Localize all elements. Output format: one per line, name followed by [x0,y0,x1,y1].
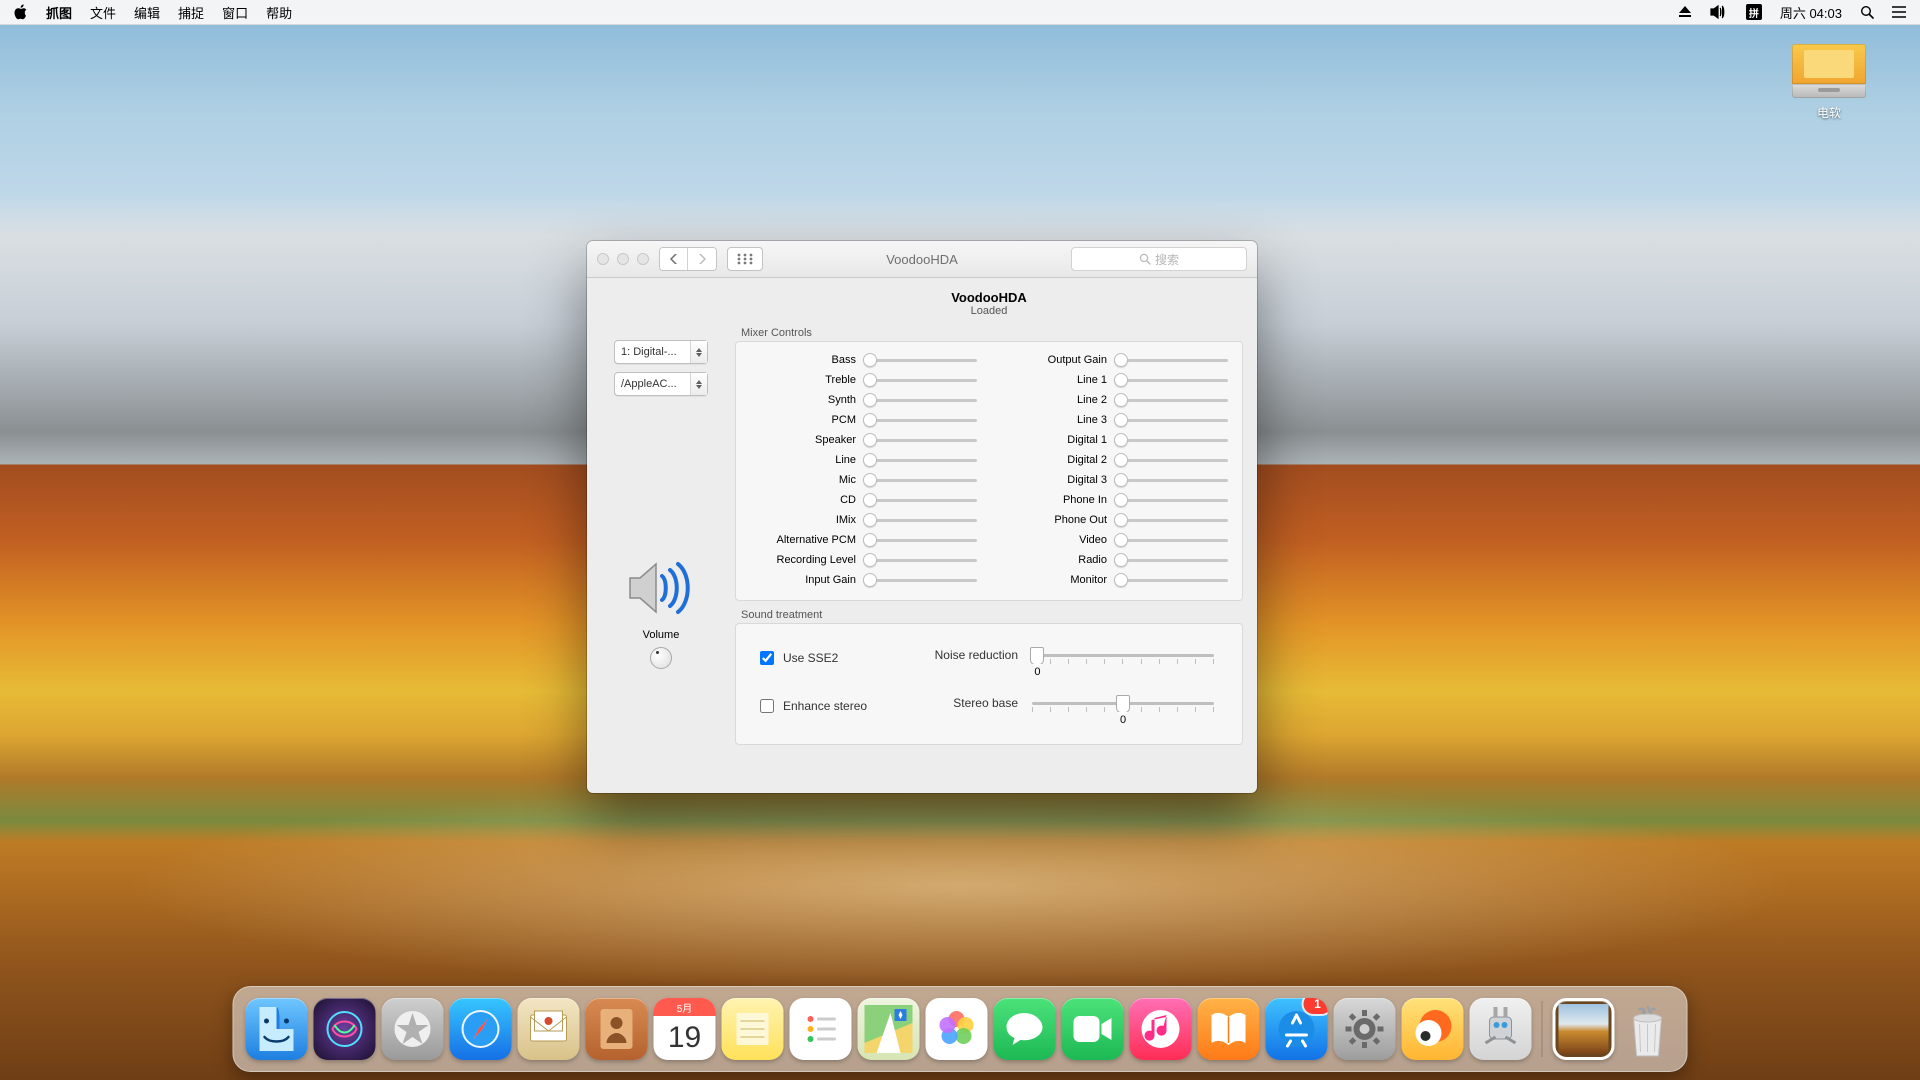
dock-notes[interactable] [722,998,784,1060]
dock-desktop-preview[interactable] [1553,998,1615,1060]
stereo-base-label: Stereo base [904,696,1024,710]
mixer-slider[interactable]: Alternative PCM [750,530,977,550]
enhance-stereo-checkbox[interactable]: Enhance stereo [756,696,896,716]
mixer-slider[interactable]: Mic [750,470,977,490]
clock[interactable]: 周六 04:03 [1780,0,1842,24]
app-menu[interactable]: 抓图 [46,0,72,24]
dock-calendar[interactable]: 5月 19 [654,998,716,1060]
ime-icon[interactable]: 拼 [1746,4,1762,20]
dock-siri[interactable] [314,998,376,1060]
drive-icon [1792,44,1866,84]
dock-trash[interactable] [1621,998,1675,1060]
mixer-slider[interactable]: Recording Level [750,550,977,570]
mixer-slider[interactable]: Radio [1001,550,1228,570]
mixer-slider[interactable]: Video [1001,530,1228,550]
dock-weibo[interactable] [1402,998,1464,1060]
mixer-slider[interactable]: Input Gain [750,570,977,590]
device-selector[interactable]: 1: Digital-... [614,340,708,364]
dock-maps[interactable] [858,998,920,1060]
volume-knob[interactable] [650,647,672,669]
eject-icon[interactable] [1678,0,1692,24]
mixer-slider[interactable]: Digital 1 [1001,430,1228,450]
menu-capture[interactable]: 捕捉 [178,0,204,24]
mixer-slider[interactable]: Line [750,450,977,470]
menu-help[interactable]: 帮助 [266,0,292,24]
mixer-slider[interactable]: PCM [750,410,977,430]
dock-appstore[interactable]: 1 [1266,998,1328,1060]
notifications-icon[interactable] [1892,0,1906,24]
titlebar[interactable]: VoodooHDA 搜索 [587,241,1257,278]
use-sse2-checkbox[interactable]: Use SSE2 [756,648,896,668]
apple-menu[interactable] [14,0,28,24]
dock-finder[interactable] [246,998,308,1060]
noise-reduction-label: Noise reduction [904,648,1024,662]
dock-mail[interactable] [518,998,580,1060]
volume-label: Volume [643,629,680,641]
dock-ibooks[interactable] [1198,998,1260,1060]
mixer-slider[interactable]: Monitor [1001,570,1228,590]
mixer-slider[interactable]: Line 3 [1001,410,1228,430]
dock-itunes[interactable] [1130,998,1192,1060]
mixer-slider[interactable]: Speaker [750,430,977,450]
dock-messages[interactable] [994,998,1056,1060]
dock-system-preferences[interactable] [1334,998,1396,1060]
mixer-group: Bass Output Gain Treble Line 1 Synth Line 2 PC… [735,341,1243,601]
mixer-slider[interactable]: Phone Out [1001,510,1228,530]
dock: 5月 19 1 [233,986,1688,1072]
stereo-base-slider[interactable]: 0 [1032,696,1214,726]
menu-file[interactable]: 文件 [90,0,116,24]
dock-automator[interactable] [1470,998,1532,1060]
dock-contacts[interactable] [586,998,648,1060]
mixer-slider[interactable]: IMix [750,510,977,530]
dock-safari[interactable] [450,998,512,1060]
menu-edit[interactable]: 编辑 [134,0,160,24]
volume-icon[interactable] [1710,0,1728,24]
desktop-drive[interactable]: 电软 [1784,44,1874,121]
mixer-slider[interactable]: Phone In [1001,490,1228,510]
dock-launchpad[interactable] [382,998,444,1060]
drive-label: 电软 [1784,104,1874,121]
mixer-slider[interactable]: Bass [750,350,977,370]
dock-facetime[interactable] [1062,998,1124,1060]
mixer-slider[interactable]: Line 1 [1001,370,1228,390]
pane-title: VoodooHDA [735,290,1243,305]
voodoohda-window: VoodooHDA 搜索 1: Digital-... /AppleAC... … [587,241,1257,793]
dock-reminders[interactable] [790,998,852,1060]
noise-reduction-slider[interactable]: 0 [1032,648,1214,678]
speaker-icon [626,560,696,619]
sound-section-label: Sound treatment [741,609,1243,621]
dock-photos[interactable] [926,998,988,1060]
appstore-badge: 1 [1304,998,1328,1014]
mixer-slider[interactable]: Output Gain [1001,350,1228,370]
path-selector[interactable]: /AppleAC... [614,372,708,396]
spotlight-icon[interactable] [1860,0,1874,24]
mixer-slider[interactable]: Line 2 [1001,390,1228,410]
menu-window[interactable]: 窗口 [222,0,248,24]
mixer-slider[interactable]: Digital 2 [1001,450,1228,470]
mixer-section-label: Mixer Controls [741,327,1243,339]
mixer-slider[interactable]: Treble [750,370,977,390]
dock-separator [1542,1001,1543,1057]
pane-status: Loaded [735,305,1243,317]
menu-bar: 抓图 文件 编辑 捕捉 窗口 帮助 拼 周六 04:03 [0,0,1920,25]
mixer-slider[interactable]: CD [750,490,977,510]
window-title: VoodooHDA [587,252,1257,267]
mixer-slider[interactable]: Digital 3 [1001,470,1228,490]
mixer-slider[interactable]: Synth [750,390,977,410]
